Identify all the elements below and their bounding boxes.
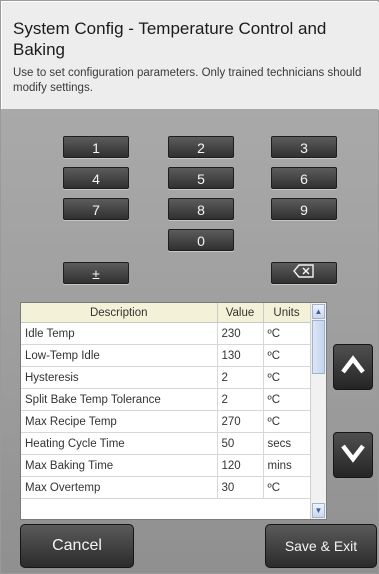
- row-units: ºC: [263, 322, 311, 345]
- table-row[interactable]: Idle Temp 230 ºC: [21, 322, 311, 345]
- table-row[interactable]: Low-Temp Idle 130 ºC: [21, 344, 311, 367]
- keypad-key-1[interactable]: 1: [63, 136, 129, 158]
- row-description: Heating Cycle Time: [21, 432, 218, 455]
- row-units: ºC: [263, 388, 311, 411]
- page-title: System Config - Temperature Control and …: [13, 19, 327, 59]
- row-value: 30: [217, 476, 264, 499]
- scrollbar-down-icon[interactable]: ▼: [312, 503, 325, 518]
- keypad-key-4[interactable]: 4: [63, 167, 129, 189]
- table-row[interactable]: Max Overtemp 30 ºC: [21, 476, 311, 499]
- row-value: 270: [217, 410, 264, 433]
- row-value: 230: [217, 322, 264, 345]
- row-value: 2: [217, 388, 264, 411]
- row-value: 50: [217, 432, 264, 455]
- row-units: ºC: [263, 366, 311, 389]
- table-scrollbar[interactable]: ▲ ▼: [310, 303, 326, 519]
- row-value: 120: [217, 454, 264, 477]
- row-description: Max Recipe Temp: [21, 410, 218, 433]
- column-units[interactable]: Units: [263, 303, 311, 323]
- backspace-icon: [293, 262, 315, 284]
- row-description: Hysteresis: [21, 366, 218, 389]
- row-value: 2: [217, 366, 264, 389]
- row-units: ºC: [263, 410, 311, 433]
- row-description: Idle Temp: [21, 322, 218, 345]
- keypad-key-8[interactable]: 8: [168, 198, 234, 220]
- table-row[interactable]: Heating Cycle Time 50 secs: [21, 432, 311, 455]
- chevron-up-icon: [341, 354, 365, 380]
- config-table: Description Value Units Idle Temp 230 ºC…: [20, 302, 327, 520]
- keypad-key-0[interactable]: 0: [168, 229, 234, 251]
- table-row[interactable]: Max Baking Time 120 mins: [21, 454, 311, 477]
- table-row[interactable]: Split Bake Temp Tolerance 2 ºC: [21, 388, 311, 411]
- row-units: mins: [263, 454, 311, 477]
- row-units: ºC: [263, 476, 311, 499]
- row-units: ºC: [263, 344, 311, 367]
- scroll-down-button[interactable]: [333, 432, 373, 478]
- row-units: secs: [263, 432, 311, 455]
- header: System Config - Temperature Control and …: [2, 2, 379, 110]
- column-description[interactable]: Description: [21, 303, 218, 323]
- page-subtitle: Use to set configuration parameters. Onl…: [13, 67, 362, 94]
- cancel-button[interactable]: Cancel: [20, 524, 134, 568]
- keypad-key-2[interactable]: 2: [168, 136, 234, 158]
- scrollbar-up-icon[interactable]: ▲: [312, 304, 325, 319]
- row-description: Max Baking Time: [21, 454, 218, 477]
- keypad-key-3[interactable]: 3: [271, 136, 337, 158]
- scroll-up-button[interactable]: [333, 344, 373, 390]
- row-value: 130: [217, 344, 264, 367]
- keypad-key-9[interactable]: 9: [271, 198, 337, 220]
- table-row[interactable]: Hysteresis 2 ºC: [21, 366, 311, 389]
- row-description: Low-Temp Idle: [21, 344, 218, 367]
- parameter-table: Description Value Units Idle Temp 230 ºC…: [21, 303, 311, 499]
- backspace-button[interactable]: [271, 262, 337, 284]
- column-value[interactable]: Value: [217, 303, 264, 323]
- table-header-row: Description Value Units: [21, 303, 311, 323]
- keypad-key-5[interactable]: 5: [168, 167, 234, 189]
- table-row[interactable]: Max Recipe Temp 270 ºC: [21, 410, 311, 433]
- row-description: Split Bake Temp Tolerance: [21, 388, 218, 411]
- keypad-key-7[interactable]: 7: [63, 198, 129, 220]
- scrollbar-thumb[interactable]: [312, 320, 325, 374]
- plus-minus-button[interactable]: ±: [63, 262, 129, 284]
- chevron-down-icon: [341, 443, 365, 468]
- keypad-key-6[interactable]: 6: [271, 167, 337, 189]
- row-description: Max Overtemp: [21, 476, 218, 499]
- save-exit-button[interactable]: Save & Exit: [265, 524, 377, 568]
